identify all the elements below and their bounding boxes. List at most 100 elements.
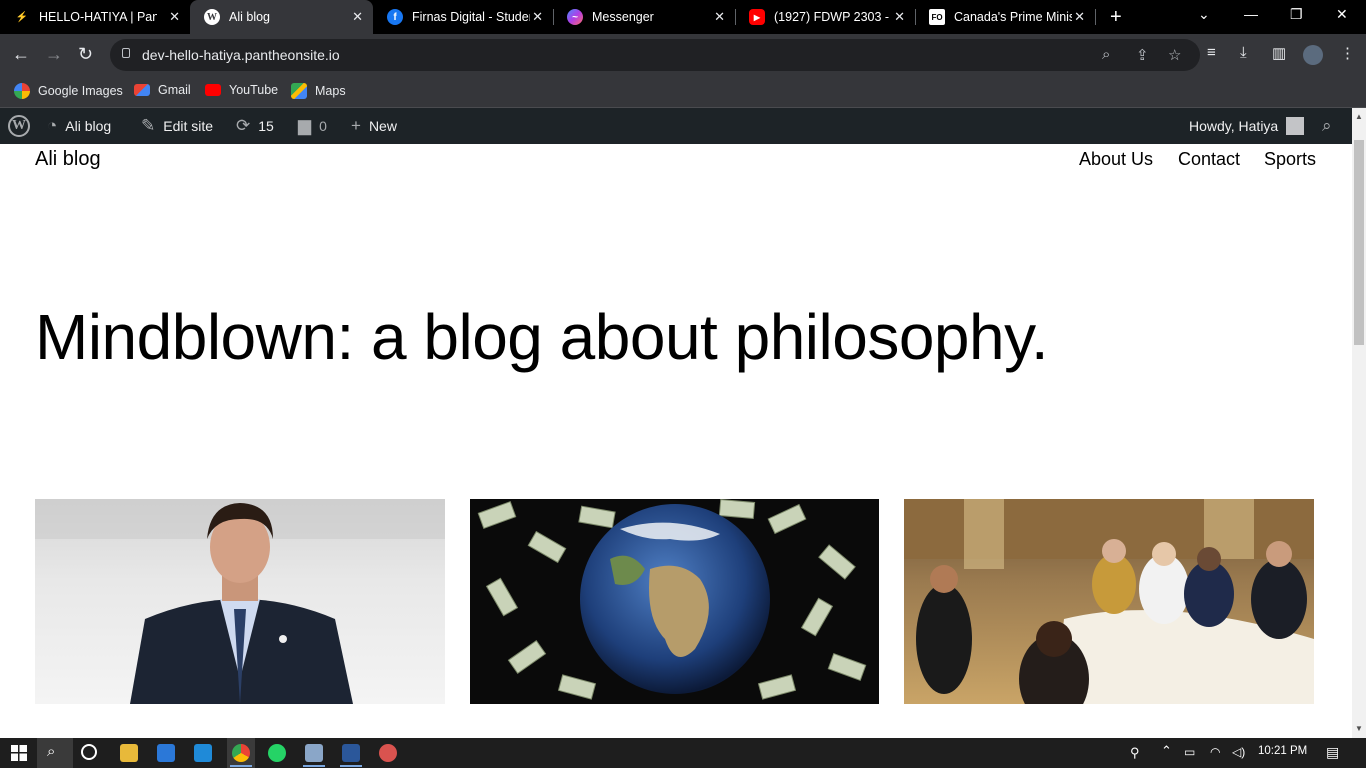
people-icon[interactable]: ⚲ <box>1130 745 1140 761</box>
brush-icon: ✎ <box>141 116 156 135</box>
edit-site-link[interactable]: ✎ Edit site <box>141 108 213 144</box>
paint-icon[interactable] <box>379 744 397 762</box>
bookmark-label: Gmail <box>158 83 191 97</box>
clock[interactable]: 10:21 PM <box>1258 745 1307 757</box>
notepad-icon[interactable] <box>305 744 323 762</box>
url-text[interactable]: dev-hello-hatiya.pantheonsite.io <box>142 47 340 63</box>
address-bar[interactable]: dev-hello-hatiya.pantheonsite.io ⌕ ⇪ ☆ <box>110 39 1200 71</box>
close-icon[interactable]: ✕ <box>532 9 543 25</box>
bookmark-youtube[interactable]: YouTube <box>205 83 278 97</box>
close-icon[interactable]: ✕ <box>169 9 180 25</box>
bookmark-google-images[interactable]: Google Images <box>14 83 123 99</box>
windows-taskbar: ⌕ ⚲ ⌃ ▭ ◠ ◁) 10:21 PM ▤ <box>0 738 1366 768</box>
tab-divider <box>1095 9 1096 25</box>
tab-title: (1927) FDWP 2303 - C <box>774 10 892 24</box>
new-content-link[interactable]: + New <box>351 108 397 144</box>
tab-ali-blog[interactable]: W Ali blog ✕ <box>190 0 373 34</box>
tab-firnas-digital[interactable]: f Firnas Digital - Student ✕ <box>373 0 553 34</box>
forward-icon[interactable]: → <box>45 44 63 65</box>
updates-count: 15 <box>258 118 274 134</box>
bookmark-star-icon[interactable]: ☆ <box>1168 46 1181 64</box>
nav-about-us[interactable]: About Us <box>1079 149 1153 170</box>
wifi-icon[interactable]: ◠ <box>1210 745 1220 759</box>
side-panel-icon[interactable]: ▥ <box>1272 44 1286 62</box>
comments-link[interactable]: ▆ 0 <box>298 108 327 144</box>
bookmark-label: YouTube <box>229 83 279 97</box>
tray-chevron-icon[interactable]: ⌃ <box>1161 743 1172 759</box>
comment-icon: ▆ <box>298 116 312 135</box>
mail-icon[interactable] <box>194 744 212 762</box>
tab-youtube[interactable]: ▶ (1927) FDWP 2303 - C ✕ <box>735 0 915 34</box>
post-image-globe-money[interactable] <box>470 499 879 704</box>
search-button[interactable]: ⌕ <box>37 738 73 768</box>
plus-icon: + <box>351 116 361 135</box>
windows-start-icon[interactable] <box>11 745 27 761</box>
reload-icon[interactable]: ↻ <box>78 44 93 65</box>
tab-title: Messenger <box>592 10 654 24</box>
open-app-indicator <box>303 765 325 767</box>
whatsapp-icon[interactable] <box>268 744 286 762</box>
nav-contact[interactable]: Contact <box>1178 149 1240 170</box>
lock-icon[interactable] <box>122 48 130 58</box>
my-account-menu[interactable]: Howdy, Hatiya <box>1189 108 1305 144</box>
store-icon[interactable] <box>157 744 175 762</box>
facebook-icon: f <box>387 9 403 25</box>
chrome-icon <box>232 744 250 762</box>
cortana-icon[interactable] <box>81 744 97 760</box>
wp-admin-bar: W ◔ Ali blog ✎ Edit site ⟳ 15 ▆ 0 + New … <box>0 108 1352 144</box>
site-title[interactable]: Ali blog <box>35 148 101 171</box>
battery-icon[interactable]: ▭ <box>1184 745 1195 759</box>
wordpress-icon: W <box>8 115 30 137</box>
reading-list-icon[interactable]: ≡ <box>1207 44 1216 61</box>
new-label: New <box>368 118 397 134</box>
restore-icon[interactable]: ❐ <box>1290 6 1303 23</box>
close-icon[interactable]: ✕ <box>1074 9 1085 25</box>
post-image-portrait[interactable] <box>35 499 445 704</box>
volume-icon[interactable]: ◁) <box>1232 745 1245 759</box>
zoom-icon[interactable]: ⌕ <box>1102 46 1110 63</box>
scroll-up-icon[interactable]: ▲ <box>1355 112 1363 121</box>
close-icon[interactable]: ✕ <box>714 9 725 25</box>
scrollbar-thumb[interactable] <box>1354 140 1364 345</box>
bookmark-maps[interactable]: Maps <box>291 83 346 99</box>
tab-title: Canada's Prime Minister <box>954 10 1072 24</box>
admin-site-name[interactable]: ◔ Ali blog <box>47 108 111 144</box>
close-icon[interactable]: ✕ <box>352 9 363 25</box>
profile-avatar[interactable] <box>1303 45 1323 65</box>
download-icon[interactable]: ⤓ <box>1240 44 1247 61</box>
tab-strip: ⚡ HELLO-HATIYA | Pantheon ✕ W Ali blog ✕… <box>0 0 1366 34</box>
new-tab-button[interactable]: + <box>1110 6 1122 29</box>
bookmark-label: Maps <box>315 84 346 98</box>
howdy-label: Howdy, Hatiya <box>1189 118 1279 134</box>
tab-title: Ali blog <box>229 10 270 24</box>
share-icon[interactable]: ⇪ <box>1136 46 1149 64</box>
chrome-taskbar-button[interactable] <box>227 738 255 768</box>
bookmark-label: Google Images <box>38 84 123 98</box>
gmail-icon <box>134 84 150 96</box>
wordpress-icon: W <box>204 9 220 25</box>
tab-messenger[interactable]: ~ Messenger ✕ <box>553 0 735 34</box>
updates-link[interactable]: ⟳ 15 <box>236 108 274 144</box>
admin-site-label: Ali blog <box>65 118 112 134</box>
close-icon[interactable]: ✕ <box>894 9 905 25</box>
post-image-dinner-meeting[interactable] <box>904 499 1314 704</box>
wp-logo-menu[interactable]: W <box>8 108 30 144</box>
bookmark-gmail[interactable]: Gmail <box>134 83 191 97</box>
scroll-down-icon[interactable]: ▼ <box>1355 724 1363 733</box>
word-icon[interactable] <box>342 744 360 762</box>
window-close-icon[interactable]: ✕ <box>1336 6 1348 23</box>
file-explorer-icon[interactable] <box>120 744 138 762</box>
edit-site-label: Edit site <box>163 118 214 134</box>
tab-canada-pm[interactable]: FO Canada's Prime Minister ✕ <box>915 0 1095 34</box>
back-icon[interactable]: ← <box>12 44 30 65</box>
menu-icon[interactable]: ⋮ <box>1340 44 1355 62</box>
nav-sports[interactable]: Sports <box>1264 149 1316 170</box>
tab-search-icon[interactable]: ⌄ <box>1198 6 1210 23</box>
tab-hello-hatiya[interactable]: ⚡ HELLO-HATIYA | Pantheon ✕ <box>0 0 190 34</box>
pantheon-icon: ⚡ <box>14 9 30 25</box>
minimize-icon[interactable]: — <box>1244 6 1258 22</box>
open-app-indicator <box>340 765 362 767</box>
admin-search[interactable]: ⌕ <box>1322 108 1332 144</box>
notifications-icon[interactable]: ▤ <box>1326 744 1339 761</box>
google-icon <box>14 83 30 99</box>
